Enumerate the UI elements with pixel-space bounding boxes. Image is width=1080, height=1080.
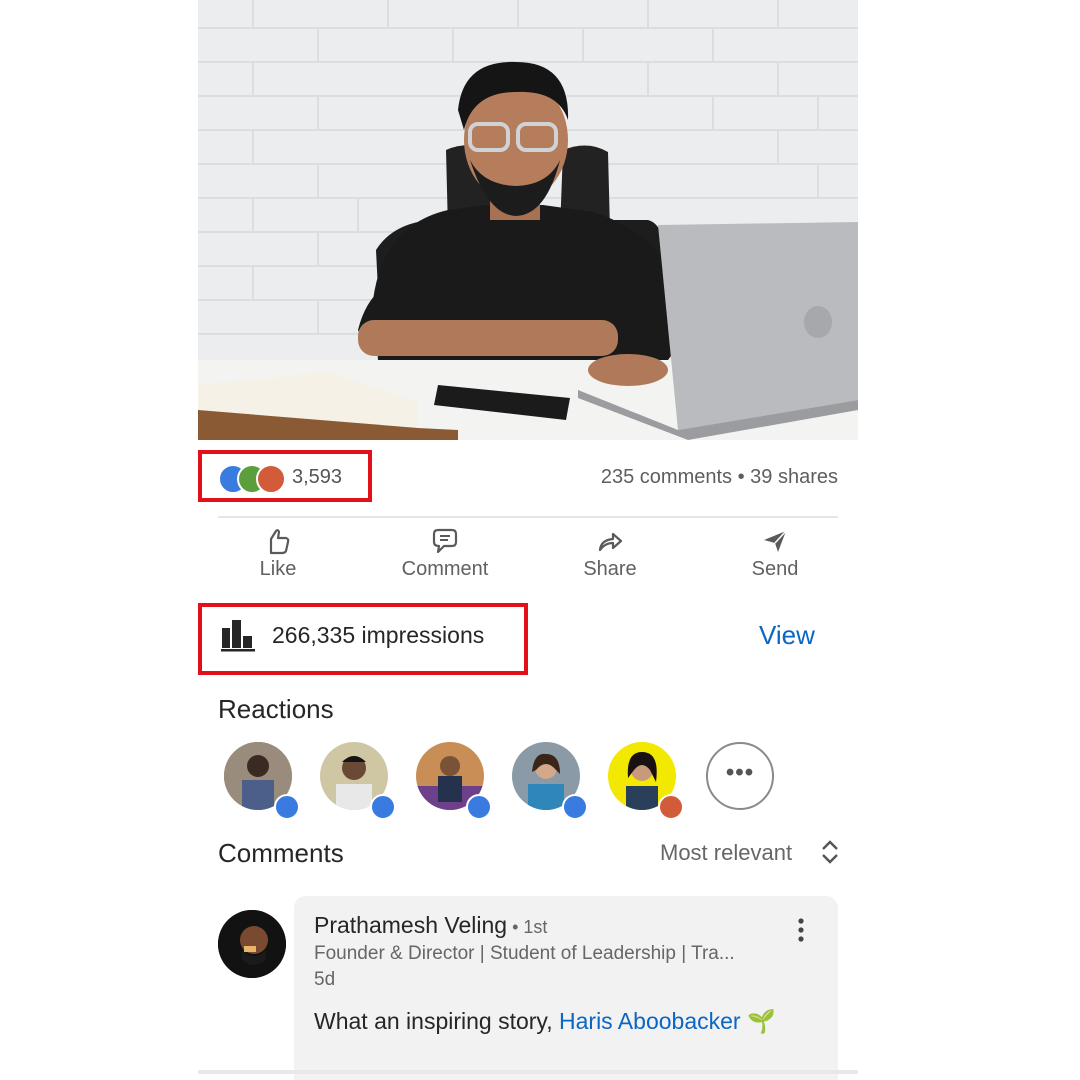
comments-count[interactable]: 235 comments xyxy=(601,466,732,488)
share-label: Share xyxy=(583,558,637,580)
like-icon xyxy=(562,794,588,820)
comment-timestamp: 5d xyxy=(314,969,336,990)
impressions-count: 266,335 impressions xyxy=(272,622,485,648)
bar-chart-icon xyxy=(221,620,255,652)
commenter-avatar[interactable] xyxy=(218,910,286,978)
like-label: Like xyxy=(259,558,297,580)
seedling-emoji: 🌱 xyxy=(746,1008,776,1034)
mention-link[interactable]: Haris Aboobacker xyxy=(559,1008,741,1034)
share-button[interactable]: Share xyxy=(545,526,675,581)
send-label: Send xyxy=(751,558,799,580)
like-icon xyxy=(269,529,290,555)
love-icon xyxy=(658,794,684,820)
like-icon xyxy=(370,794,396,820)
shares-count[interactable]: 39 shares xyxy=(750,466,838,488)
send-icon xyxy=(764,530,787,552)
bottom-divider xyxy=(198,1070,858,1074)
action-bar: Like Comment Share Send xyxy=(198,520,858,590)
social-counts-row: 3,593 235 comments • 39 shares xyxy=(198,440,838,516)
commenter-name-text[interactable]: Prathamesh Veling xyxy=(314,912,507,938)
comments-heading: Comments xyxy=(218,838,344,868)
comment-text: What an inspiring story, Haris Aboobacke… xyxy=(314,1008,776,1035)
comment-label: Comment xyxy=(401,558,489,580)
sort-dropdown[interactable]: Most relevant xyxy=(660,840,792,866)
reaction-icons[interactable] xyxy=(218,464,288,494)
comments-shares-stats[interactable]: 235 comments • 39 shares xyxy=(601,466,838,489)
comment-button[interactable]: Comment xyxy=(380,526,510,581)
connection-degree: • 1st xyxy=(507,917,548,937)
divider xyxy=(218,516,838,518)
more-reactions-button[interactable]: ••• xyxy=(706,742,774,810)
post-image[interactable] xyxy=(198,0,858,440)
view-analytics-link[interactable]: View xyxy=(759,620,815,651)
like-button[interactable]: Like xyxy=(213,526,343,581)
comment-bubble: Prathamesh Veling • 1st Founder & Direct… xyxy=(294,896,838,1080)
love-icon xyxy=(256,464,286,494)
post-panel: 3,593 235 comments • 39 shares Like Comm… xyxy=(198,0,858,1080)
like-icon xyxy=(274,794,300,820)
more-options-icon[interactable] xyxy=(794,916,808,946)
share-icon xyxy=(598,532,623,552)
stats-separator: • xyxy=(732,466,751,488)
comment-icon xyxy=(432,528,458,554)
reactor-avatars: ••• xyxy=(224,742,784,822)
reactions-heading: Reactions xyxy=(218,694,334,724)
commenter-headline: Founder & Director | Student of Leadersh… xyxy=(314,943,735,964)
like-icon xyxy=(466,794,492,820)
sort-chevrons-icon[interactable] xyxy=(820,838,840,866)
comment-text-prefix: What an inspiring story, xyxy=(314,1008,560,1034)
commenter-name[interactable]: Prathamesh Veling • 1st xyxy=(314,912,547,939)
reaction-count[interactable]: 3,593 xyxy=(292,466,342,489)
send-button[interactable]: Send xyxy=(710,526,840,581)
